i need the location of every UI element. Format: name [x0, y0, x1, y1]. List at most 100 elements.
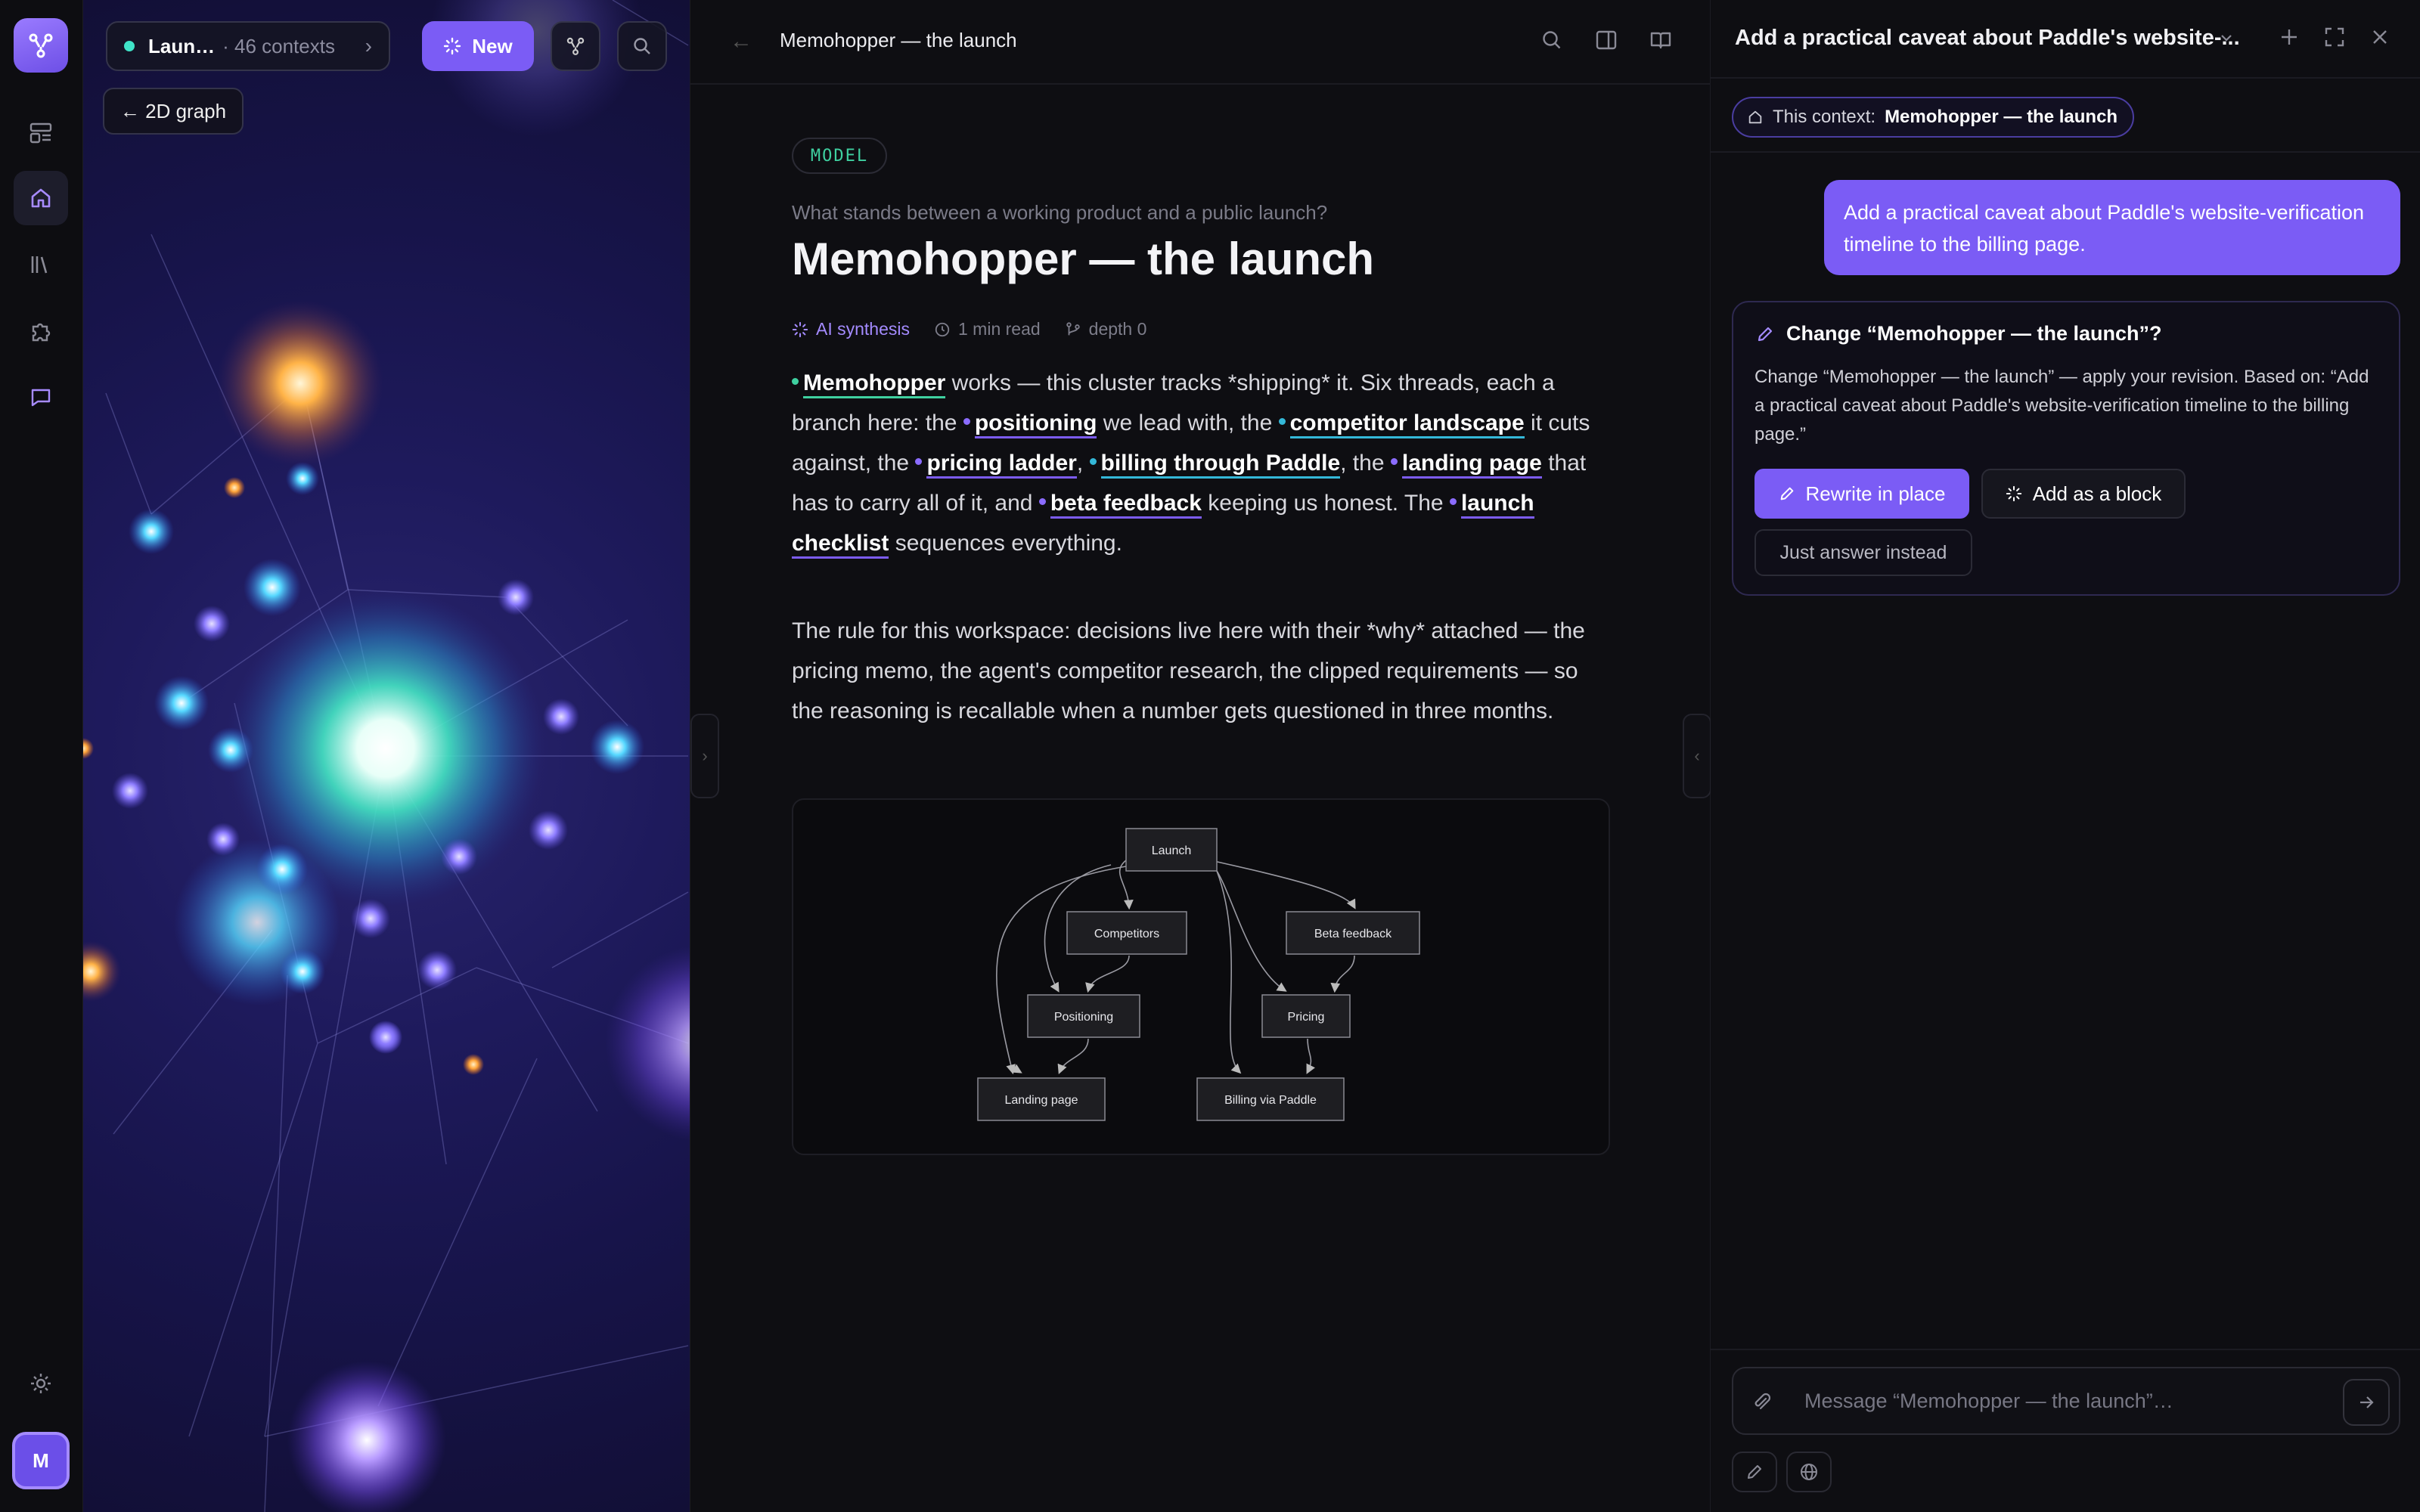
home-nav[interactable] — [14, 171, 68, 225]
expand-graph-handle[interactable]: › — [690, 714, 719, 798]
globe-icon — [1801, 1464, 1817, 1480]
rewrite-in-place-button[interactable]: Rewrite in place — [1754, 469, 1969, 519]
puzzle-icon — [32, 323, 51, 342]
pencil-icon — [1780, 487, 1793, 500]
paragraph-text: we lead with, the — [1097, 411, 1279, 435]
diagram-label: Launch — [1152, 844, 1192, 857]
search-icon[interactable] — [1540, 29, 1563, 51]
link-positioning[interactable]: positioning — [974, 411, 1097, 438]
context-name: Laun… — [148, 34, 216, 57]
document-paragraph-1: Memohopper works — this cluster tracks *… — [792, 363, 1609, 563]
split-view-icon[interactable] — [1595, 29, 1618, 51]
ai-synthesis-tag[interactable]: AI synthesis — [792, 319, 910, 339]
link-competitor-landscape[interactable]: competitor landscape — [1289, 411, 1525, 438]
paperclip-icon[interactable] — [1750, 1391, 1773, 1414]
new-button-label: New — [472, 34, 513, 57]
library-nav[interactable] — [14, 237, 68, 292]
diagram-label: Positioning — [1054, 1011, 1113, 1024]
diagram-node-competitors: Competitors — [1066, 911, 1187, 955]
back-arrow-icon[interactable]: ← — [730, 29, 752, 54]
dashboard-nav[interactable] — [14, 106, 68, 160]
graph-view-button[interactable] — [551, 21, 600, 71]
collapse-chat-handle[interactable]: ‹ — [1683, 714, 1711, 798]
link-pricing-ladder[interactable]: pricing ladder — [926, 451, 1077, 479]
branch-icon — [1066, 321, 1080, 335]
bullet-dot — [1038, 497, 1046, 505]
bullet-dot — [915, 457, 923, 465]
document-toolbar: ← Memohopper — the launch — [690, 0, 1711, 85]
document-subtitle: What stands between a working product an… — [792, 201, 1328, 224]
divider — [1711, 1349, 2420, 1350]
paragraph-text: keeping us honest. The — [1201, 491, 1450, 516]
send-button[interactable] — [2343, 1379, 2390, 1426]
bullet-dot — [1390, 457, 1398, 465]
app-logo[interactable] — [14, 18, 68, 73]
bullet-dot — [963, 417, 970, 425]
fullscreen-icon[interactable] — [2323, 26, 2346, 48]
pencil-icon — [1758, 327, 1773, 341]
context-prefix: This context: — [1773, 107, 1876, 127]
just-answer-button[interactable]: Just answer instead — [1754, 529, 1972, 576]
new-button[interactable]: New — [422, 21, 534, 71]
diagram-node-pricing: Pricing — [1261, 994, 1351, 1038]
chevron-down-icon[interactable] — [2219, 30, 2234, 45]
diagram-node-landing-page: Landing page — [977, 1077, 1106, 1121]
message-input[interactable]: Message “Memohopper — the launch”… — [1804, 1390, 2173, 1413]
paragraph-text: , the — [1340, 451, 1391, 476]
card-body: Change “Memohopper — the launch” — apply… — [1754, 367, 2369, 445]
bullet-dot — [1449, 497, 1457, 505]
depth-label: depth 0 — [1088, 319, 1147, 339]
diagram-label: Billing via Paddle — [1224, 1094, 1317, 1107]
bullet-dot — [1278, 417, 1286, 425]
read-time: 1 min read — [934, 319, 1041, 339]
chat-header: Add a practical caveat about Paddle's we… — [1711, 0, 2420, 79]
knowledge-graph[interactable] — [83, 0, 690, 1512]
link-beta-feedback[interactable]: beta feedback — [1050, 491, 1202, 519]
bullet-dot — [1089, 457, 1097, 465]
extensions-nav[interactable] — [14, 304, 68, 358]
ai-synthesis-label: AI synthesis — [816, 319, 910, 339]
card-title: Change “Memohopper — the launch”? — [1786, 322, 2162, 345]
reader-icon[interactable] — [1649, 29, 1672, 51]
context-switcher[interactable]: Laun… · 46 contexts › — [106, 21, 390, 71]
diagram-label: Pricing — [1288, 1011, 1325, 1024]
read-time-label: 1 min read — [958, 319, 1041, 339]
message-composer[interactable]: Message “Memohopper — the launch”… — [1732, 1367, 2400, 1435]
home-icon — [31, 188, 51, 208]
document-meta: AI synthesis 1 min read depth 0 — [792, 319, 1171, 339]
graph-panel[interactable]: Laun… · 46 contexts › New ← 2D graph — [83, 0, 690, 1512]
paragraph-text: sequences everything. — [889, 531, 1122, 556]
back-to-2d-graph-button[interactable]: ← 2D graph — [103, 88, 244, 135]
web-search-button[interactable] — [1786, 1452, 1832, 1492]
graph-search-button[interactable] — [617, 21, 667, 71]
context-chip[interactable]: This context: Memohopper — the launch — [1732, 97, 2134, 138]
sparkle-loader-icon — [2006, 485, 2021, 502]
user-message: Add a practical caveat about Paddle's we… — [1824, 180, 2400, 275]
close-icon[interactable] — [2369, 26, 2391, 48]
context-chip-name: Memohopper — the launch — [1885, 107, 2118, 127]
link-memohopper[interactable]: Memohopper — [803, 370, 946, 398]
diagram-label: Competitors — [1094, 928, 1159, 940]
theme-toggle[interactable] — [14, 1356, 68, 1411]
divider — [1711, 151, 2420, 153]
chat-title[interactable]: Add a practical caveat about Paddle's we… — [1735, 26, 2240, 51]
user-avatar[interactable]: M — [12, 1432, 70, 1489]
chevron-right-icon: › — [365, 34, 372, 57]
link-landing-page[interactable]: landing page — [1401, 451, 1542, 479]
chat-nav[interactable] — [14, 370, 68, 425]
edit-mode-button[interactable] — [1732, 1452, 1777, 1492]
document-paragraph-2: The rule for this workspace: decisions l… — [792, 618, 1585, 723]
graph-icon — [566, 37, 585, 55]
left-rail: M — [0, 0, 83, 1512]
rewrite-label: Rewrite in place — [1805, 482, 1946, 505]
plus-icon[interactable] — [2278, 26, 2301, 48]
context-count: · 46 contexts — [222, 34, 335, 57]
add-as-block-button[interactable]: Add as a block — [1981, 469, 2186, 519]
search-icon — [634, 38, 650, 54]
document-panel: ← Memohopper — the launch › ‹ MODEL What… — [690, 0, 1711, 1512]
bullet-dot — [792, 377, 799, 385]
depth: depth 0 — [1065, 319, 1147, 339]
diagram-node-positioning: Positioning — [1027, 994, 1140, 1038]
sun-icon — [31, 1374, 51, 1393]
link-billing-through-paddle[interactable]: billing through Paddle — [1100, 451, 1341, 479]
